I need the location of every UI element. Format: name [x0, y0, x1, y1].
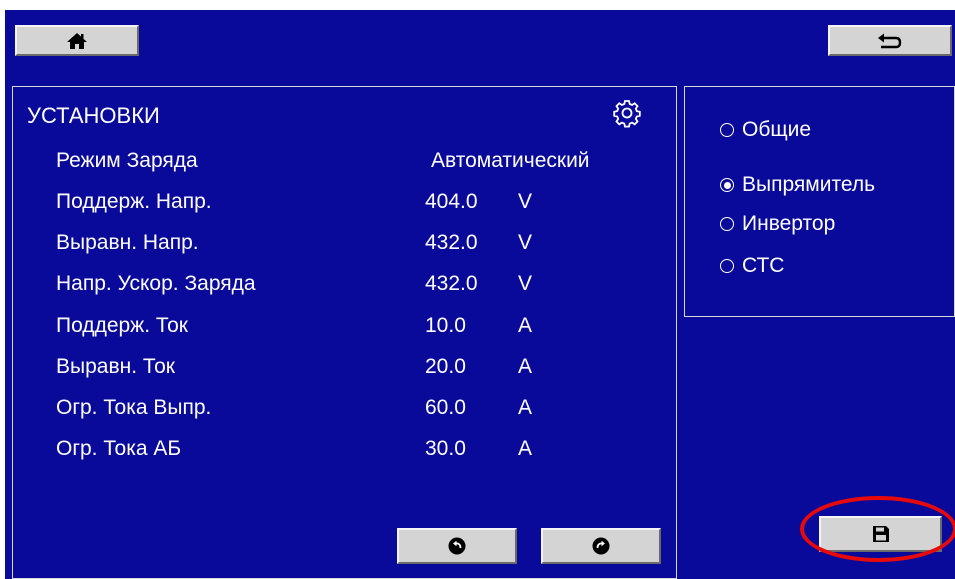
setting-value[interactable]: 404.0 — [425, 190, 478, 214]
category-panel: Общие Выпрямитель Инвертор СТС — [684, 86, 955, 317]
setting-label: Огр. Тока Выпр. — [56, 396, 212, 419]
gear-icon[interactable] — [612, 98, 642, 128]
radio-rectifier[interactable]: Выпрямитель — [720, 173, 875, 197]
radio-dot-selected — [720, 178, 734, 192]
save-button[interactable] — [819, 516, 942, 552]
setting-value[interactable]: 10.0 — [425, 314, 466, 338]
setting-label: Огр. Тока АБ — [56, 437, 182, 460]
setting-value[interactable]: 60.0 — [425, 396, 466, 420]
radio-label: Инвертор — [742, 212, 836, 235]
back-button[interactable] — [828, 25, 952, 56]
settings-panel: УСТАНОВКИ Режим Заряда Автоматический По… — [12, 86, 677, 579]
setting-label: Поддерж. Напр. — [56, 190, 212, 213]
radio-sts[interactable]: СТС — [720, 254, 784, 278]
back-arrow-icon — [878, 33, 902, 48]
radio-dot — [720, 259, 734, 273]
setting-value[interactable]: 432.0 — [425, 272, 478, 296]
setting-value[interactable]: 30.0 — [425, 437, 466, 461]
setting-unit: A — [518, 396, 533, 419]
prev-page-button[interactable] — [397, 528, 517, 564]
radio-label: Выпрямитель — [742, 173, 876, 196]
setting-value[interactable]: 20.0 — [425, 355, 466, 379]
arrow-right-circle-icon — [592, 537, 610, 555]
setting-unit: A — [518, 314, 533, 337]
radio-general[interactable]: Общие — [720, 118, 811, 142]
setting-unit: A — [518, 437, 533, 460]
radio-label: Общие — [742, 118, 812, 141]
setting-label: Режим Заряда — [56, 149, 198, 172]
setting-label: Выравн. Ток — [56, 355, 175, 378]
arrow-left-circle-icon — [448, 537, 466, 555]
setting-value[interactable]: Автоматический — [431, 149, 590, 173]
floppy-disk-icon — [872, 526, 889, 542]
home-icon — [67, 32, 87, 49]
setting-unit: V — [518, 190, 533, 213]
setting-unit: V — [518, 231, 533, 254]
page-title: УСТАНОВКИ — [27, 103, 160, 128]
setting-label: Выравн. Напр. — [56, 231, 199, 254]
screen: УСТАНОВКИ Режим Заряда Автоматический По… — [5, 10, 955, 579]
radio-inverter[interactable]: Инвертор — [720, 212, 835, 236]
setting-label: Поддерж. Ток — [56, 314, 188, 337]
setting-value[interactable]: 432.0 — [425, 231, 478, 255]
home-button[interactable] — [15, 25, 139, 56]
radio-label: СТС — [742, 254, 785, 277]
next-page-button[interactable] — [541, 528, 661, 564]
setting-label: Напр. Ускор. Заряда — [56, 272, 256, 295]
radio-dot — [720, 123, 734, 137]
setting-unit: V — [518, 272, 533, 295]
setting-unit: A — [518, 355, 533, 378]
radio-dot — [720, 217, 734, 231]
